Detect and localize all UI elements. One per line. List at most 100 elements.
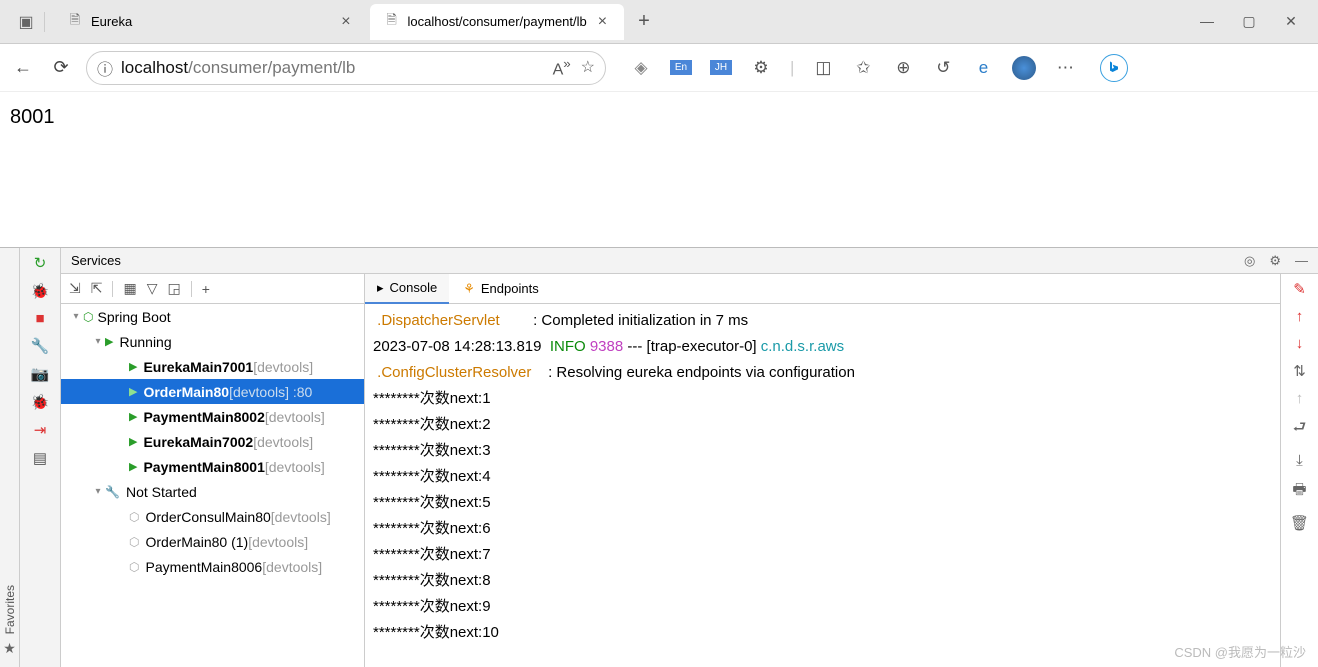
tree-item[interactable]: ▶PaymentMain8002 [devtools] xyxy=(61,404,364,429)
collections-icon[interactable]: ⊕ xyxy=(892,58,914,78)
site-info-icon[interactable]: ⓘ xyxy=(97,56,113,80)
hide-icon[interactable]: — xyxy=(1295,253,1308,269)
bookmark-icon[interactable]: ◲ xyxy=(167,280,180,297)
extensions-icon[interactable]: ⚙ xyxy=(750,58,772,78)
separator xyxy=(44,12,45,32)
tree-item-name: OrderConsulMain80 xyxy=(145,509,270,525)
separator xyxy=(191,281,192,297)
tab-endpoints[interactable]: ⚘ Endpoints xyxy=(451,274,550,304)
favorites-label: Favorites xyxy=(3,585,17,634)
tree-item-name: PaymentMain8006 xyxy=(145,559,262,575)
profile-avatar[interactable] xyxy=(1012,56,1036,80)
services-header-actions: ◎ ⚙ — xyxy=(1244,253,1308,269)
ext-icon-1[interactable]: En xyxy=(670,60,692,75)
sidebar-icon[interactable]: ◫ xyxy=(812,58,834,78)
wrench-icon[interactable]: 🔧 xyxy=(31,337,50,355)
add-icon[interactable]: + xyxy=(202,281,210,297)
back-button[interactable]: ← xyxy=(10,57,36,78)
new-tab-button[interactable]: + xyxy=(626,10,662,33)
spring-boot-icon: ⬡ xyxy=(129,560,139,574)
ide-left-toolbar: ↻ 🐞 ■ 🔧 📷 🐞 ⇥ ▤ xyxy=(20,248,61,667)
history-icon[interactable]: ↺ xyxy=(932,58,954,78)
browser-tab-eureka[interactable]: 🗎 Eureka × xyxy=(53,4,368,40)
tree-node-spring-boot[interactable]: ▾ ⬡ Spring Boot xyxy=(61,304,364,329)
services-tree-pane: ⇲ ⇱ ▦ ▽ ◲ + ▾ ⬡ Spring Boot ▾ xyxy=(61,274,365,667)
tree-item-name: OrderMain80 (1) xyxy=(145,534,248,550)
refresh-button[interactable]: ⟳ xyxy=(48,57,74,78)
print-icon[interactable]: 🖶 xyxy=(1292,479,1306,504)
tree-item-name: PaymentMain8001 xyxy=(143,459,264,475)
tree-item-suffix: [devtools] xyxy=(262,559,322,575)
tree-node-not-started[interactable]: ▾ 🔧 Not Started xyxy=(61,479,364,504)
console-pane: ▸ Console ⚘ Endpoints .DispatcherServlet… xyxy=(365,274,1318,667)
ie-mode-icon[interactable]: e xyxy=(972,58,994,78)
collapse-all-icon[interactable]: ⇱ xyxy=(91,280,103,297)
browser-tab-active[interactable]: 🗎 localhost/consumer/payment/lb × xyxy=(370,4,625,40)
tree-item[interactable]: ▶PaymentMain8001 [devtools] xyxy=(61,454,364,479)
menu-icon[interactable]: ⋯ xyxy=(1054,58,1076,78)
ext-icon-2[interactable]: JH xyxy=(710,60,732,75)
bug-icon[interactable]: 🐞 xyxy=(31,282,50,300)
bing-chat-icon[interactable] xyxy=(1100,54,1128,82)
filter-icon[interactable]: ▽ xyxy=(147,280,158,297)
url-actions: A» ☆ xyxy=(553,56,595,79)
favorite-icon[interactable]: ☆ xyxy=(581,57,595,77)
expand-all-icon[interactable]: ⇲ xyxy=(69,280,81,297)
spring-boot-icon: ⬡ xyxy=(129,535,139,549)
window-controls: — ▢ ✕ xyxy=(1198,13,1310,30)
favorites-bar-icon[interactable]: ✩ xyxy=(852,58,874,78)
url-text: localhost/consumer/payment/lb xyxy=(121,58,355,78)
tab-console[interactable]: ▸ Console xyxy=(365,274,449,304)
services-header: Services ◎ ⚙ — xyxy=(61,248,1318,274)
arrow-up-icon[interactable]: ↑ xyxy=(1296,308,1304,325)
arrow-down-icon[interactable]: ↓ xyxy=(1296,335,1304,352)
wrap-icon[interactable]: ⮐ xyxy=(1293,417,1307,442)
tree-item[interactable]: ⬡OrderConsulMain80 [devtools] xyxy=(61,504,364,529)
debug-settings-icon[interactable]: 🐞 xyxy=(31,393,50,411)
exit-icon[interactable]: ⇥ xyxy=(34,421,47,439)
sort-icon[interactable]: ⇅ xyxy=(1293,362,1306,380)
target-icon[interactable]: ◎ xyxy=(1244,253,1255,269)
ide-body: Services ◎ ⚙ — ⇲ ⇱ ▦ ▽ ◲ + xyxy=(61,248,1318,667)
console-output[interactable]: .DispatcherServlet : Completed initializ… xyxy=(365,304,1280,667)
tree-item-name: EurekaMain7001 xyxy=(143,359,253,375)
gear-icon[interactable]: ⚙ xyxy=(1269,253,1281,269)
minimize-button[interactable]: — xyxy=(1198,13,1216,30)
tree-item-name: OrderMain80 xyxy=(143,384,229,400)
stop-icon[interactable]: ■ xyxy=(35,310,44,327)
grid-icon[interactable]: ▦ xyxy=(123,280,136,297)
favorites-bar[interactable]: Favorites ★ xyxy=(0,248,20,667)
browser-tab-bar: ▣ 🗎 Eureka × 🗎 localhost/consumer/paymen… xyxy=(0,0,1318,44)
maximize-button[interactable]: ▢ xyxy=(1240,13,1258,30)
services-title: Services xyxy=(71,253,121,268)
tab-title: Eureka xyxy=(91,14,132,29)
scroll-end-icon[interactable]: ⤓ xyxy=(1296,452,1303,469)
tree-node-running[interactable]: ▾ ▶ Running xyxy=(61,329,364,354)
camera-icon[interactable]: 📷 xyxy=(31,365,50,383)
browser-nav-bar: ← ⟳ ⓘ localhost/consumer/payment/lb A» ☆… xyxy=(0,44,1318,92)
separator xyxy=(112,281,113,297)
services-tree[interactable]: ▾ ⬡ Spring Boot ▾ ▶ Running ▶EurekaMain7… xyxy=(61,304,364,667)
play-icon: ▶ xyxy=(129,385,137,398)
vue-devtools-icon[interactable]: ◈ xyxy=(630,58,652,78)
trash-icon[interactable]: 🗑 xyxy=(1290,514,1309,532)
read-aloud-icon[interactable]: A» xyxy=(553,56,571,79)
close-tab-icon[interactable]: × xyxy=(338,13,353,31)
toolbar-icons: ◈ En JH ⚙ | ◫ ✩ ⊕ ↺ e ⋯ xyxy=(630,54,1128,82)
address-bar[interactable]: ⓘ localhost/consumer/payment/lb A» ☆ xyxy=(86,51,606,85)
close-window-button[interactable]: ✕ xyxy=(1282,13,1300,30)
tree-item-suffix: [devtools] :80 xyxy=(229,384,312,400)
layout-icon[interactable]: ▤ xyxy=(33,449,47,467)
tabs-overview-icon[interactable]: ▣ xyxy=(18,14,34,30)
close-tab-icon[interactable]: × xyxy=(595,13,610,31)
tree-item[interactable]: ▶ OrderMain80 [devtools] :80 xyxy=(61,379,364,404)
rerun-icon[interactable]: ↻ xyxy=(34,254,47,272)
edit-icon[interactable]: ✎ xyxy=(1293,280,1306,298)
ide-panel: Favorites ★ ↻ 🐞 ■ 🔧 📷 🐞 ⇥ ▤ Services ◎ ⚙… xyxy=(0,247,1318,667)
tree-item[interactable]: ⬡OrderMain80 (1) [devtools] xyxy=(61,529,364,554)
tree-item[interactable]: ⬡ PaymentMain8006 [devtools] xyxy=(61,554,364,579)
tree-item-name: PaymentMain8002 xyxy=(143,409,264,425)
tree-item[interactable]: ▶EurekaMain7001 [devtools] xyxy=(61,354,364,379)
tree-item[interactable]: ▶EurekaMain7002 [devtools] xyxy=(61,429,364,454)
spring-boot-icon: ⬡ xyxy=(83,310,93,324)
